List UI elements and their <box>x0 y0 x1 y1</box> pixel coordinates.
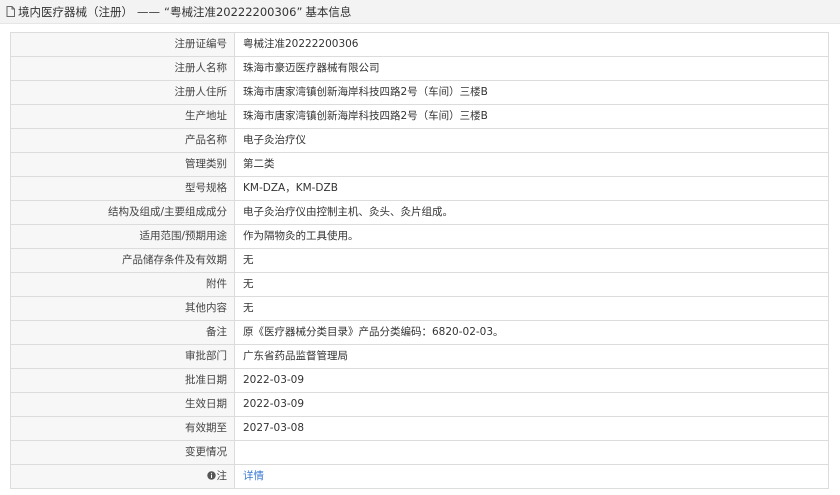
row-value: 粤械注准20222200306 <box>234 32 829 57</box>
row-label: 适用范围/预期用途 <box>10 224 235 249</box>
table-row: 产品名称 电子灸治疗仪 <box>10 128 829 153</box>
row-value: 电子灸治疗仪由控制主机、灸头、灸片组成。 <box>234 200 829 225</box>
table-row: 备注 原《医疗器械分类目录》产品分类编码：6820-02-03。 <box>10 320 829 345</box>
row-label: 批准日期 <box>10 368 235 393</box>
header-separator: —— <box>137 4 160 19</box>
header-category: 境内医疗器械（注册） <box>18 4 133 19</box>
row-value: 珠海市唐家湾镇创新海岸科技四路2号（车间）三楼B <box>234 104 829 129</box>
table-row: 审批部门 广东省药品监督管理局 <box>10 344 829 369</box>
row-label: 变更情况 <box>10 440 235 465</box>
table-row: 生效日期 2022-03-09 <box>10 392 829 417</box>
row-label: 生效日期 <box>10 392 235 417</box>
row-label: 有效期至 <box>10 416 235 441</box>
table-row: 型号规格 KM-DZA，KM-DZB <box>10 176 829 201</box>
row-value: 无 <box>234 248 829 273</box>
table-row: 结构及组成/主要组成成分 电子灸治疗仪由控制主机、灸头、灸片组成。 <box>10 200 829 225</box>
row-label: 产品储存条件及有效期 <box>10 248 235 273</box>
table-row: 附件 无 <box>10 272 829 297</box>
row-label: 管理类别 <box>10 152 235 177</box>
row-label: 产品名称 <box>10 128 235 153</box>
row-value: 2022-03-09 <box>234 392 829 417</box>
header-record-title: “粤械注准20222200306” <box>164 4 303 19</box>
detail-table-wrap: 注册证编号 粤械注准20222200306 注册人名称 珠海市豪迈医疗器械有限公… <box>10 32 829 489</box>
row-value <box>234 440 829 465</box>
row-value: 珠海市豪迈医疗器械有限公司 <box>234 56 829 81</box>
table-row: 产品储存条件及有效期 无 <box>10 248 829 273</box>
row-value: 作为隔物灸的工具使用。 <box>234 224 829 249</box>
table-row: 注册人名称 珠海市豪迈医疗器械有限公司 <box>10 56 829 81</box>
row-label: 生产地址 <box>10 104 235 129</box>
table-row: 注册证编号 粤械注准20222200306 <box>10 32 829 57</box>
row-value: 2022-03-09 <box>234 368 829 393</box>
info-icon <box>206 471 216 480</box>
row-label: 备注 <box>10 320 235 345</box>
page-header: 境内医疗器械（注册） —— “粤械注准20222200306” 基本信息 <box>0 0 840 24</box>
table-row-note: 注 详情 <box>10 464 829 489</box>
row-label: 附件 <box>10 272 235 297</box>
header-section: 基本信息 <box>305 4 352 19</box>
details-link[interactable]: 详情 <box>243 470 264 482</box>
row-label: 其他内容 <box>10 296 235 321</box>
row-label: 注册证编号 <box>10 32 235 57</box>
row-label: 审批部门 <box>10 344 235 369</box>
row-value: 珠海市唐家湾镇创新海岸科技四路2号（车间）三楼B <box>234 80 829 105</box>
row-value: 原《医疗器械分类目录》产品分类编码：6820-02-03。 <box>234 320 829 345</box>
row-value: 广东省药品监督管理局 <box>234 344 829 369</box>
row-label: 注册人住所 <box>10 80 235 105</box>
note-label-cell: 注 <box>10 464 235 489</box>
document-icon <box>6 6 15 17</box>
row-value: 第二类 <box>234 152 829 177</box>
row-value: KM-DZA，KM-DZB <box>234 176 829 201</box>
table-row: 生产地址 珠海市唐家湾镇创新海岸科技四路2号（车间）三楼B <box>10 104 829 129</box>
row-label: 结构及组成/主要组成成分 <box>10 200 235 225</box>
table-row: 其他内容 无 <box>10 296 829 321</box>
table-row: 管理类别 第二类 <box>10 152 829 177</box>
detail-table: 注册证编号 粤械注准20222200306 注册人名称 珠海市豪迈医疗器械有限公… <box>10 32 829 489</box>
table-row: 变更情况 <box>10 440 829 465</box>
table-row: 批准日期 2022-03-09 <box>10 368 829 393</box>
row-value: 无 <box>234 296 829 321</box>
row-value: 无 <box>234 272 829 297</box>
note-value-cell: 详情 <box>234 464 829 489</box>
note-label: 注 <box>216 470 228 482</box>
table-row: 有效期至 2027-03-08 <box>10 416 829 441</box>
table-row: 适用范围/预期用途 作为隔物灸的工具使用。 <box>10 224 829 249</box>
row-label: 型号规格 <box>10 176 235 201</box>
row-label: 注册人名称 <box>10 56 235 81</box>
row-value: 电子灸治疗仪 <box>234 128 829 153</box>
row-value: 2027-03-08 <box>234 416 829 441</box>
table-row: 注册人住所 珠海市唐家湾镇创新海岸科技四路2号（车间）三楼B <box>10 80 829 105</box>
